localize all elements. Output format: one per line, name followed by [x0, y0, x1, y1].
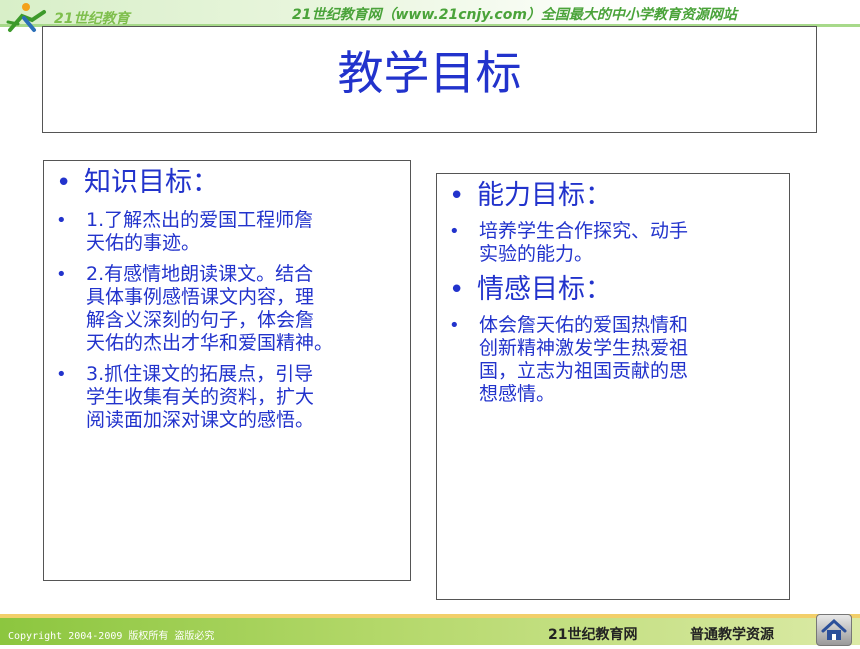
footer-site-name: 21世纪教育网	[548, 627, 638, 643]
list-item: 培养学生合作探究、动手 实验的能力。	[437, 220, 789, 266]
ability-emotion-goals-panel: 能力目标： 培养学生合作探究、动手 实验的能力。 情感目标： 体会詹天佑的爱国热…	[436, 173, 790, 600]
copyright-text: Copyright 2004-2009 版权所有 盗版必究	[8, 631, 215, 642]
list-item: 2.有感情地朗读课文。结合 具体事例感悟课文内容，理 解含义深刻的句子，体会詹 …	[44, 263, 410, 355]
list-item: 3.抓住课文的拓展点，引导 学生收集有关的资料，扩大 阅读面加深对课文的感悟。	[44, 363, 410, 432]
ability-emotion-goals-list: 能力目标： 培养学生合作探究、动手 实验的能力。 情感目标： 体会詹天佑的爱国热…	[437, 180, 789, 406]
emotion-goals-heading: 情感目标：	[437, 274, 789, 306]
list-item: 体会詹天佑的爱国热情和 创新精神激发学生热爱祖 国，立志为祖国贡献的思 想感情。	[437, 314, 789, 406]
ability-goals-heading: 能力目标：	[437, 180, 789, 212]
footer-resource-label: 普通教学资源	[690, 627, 774, 643]
title-box: 教学目标	[42, 26, 817, 133]
slide-title: 教学目标	[337, 46, 522, 100]
home-button[interactable]	[816, 614, 852, 646]
site-slogan: 21世纪教育网（www.21cnjy.com）全国最大的中小学教育资源网站	[292, 7, 737, 23]
home-icon	[821, 618, 847, 640]
knowledge-goals-heading: 知识目标：	[44, 167, 410, 199]
logo-text: 21世纪教育	[54, 11, 130, 27]
list-item: 1.了解杰出的爱国工程师詹 天佑的事迹。	[44, 209, 410, 255]
knowledge-goals-list: 知识目标： 1.了解杰出的爱国工程师詹 天佑的事迹。 2.有感情地朗读课文。结合…	[44, 167, 410, 432]
knowledge-goals-panel: 知识目标： 1.了解杰出的爱国工程师詹 天佑的事迹。 2.有感情地朗读课文。结合…	[43, 160, 411, 581]
